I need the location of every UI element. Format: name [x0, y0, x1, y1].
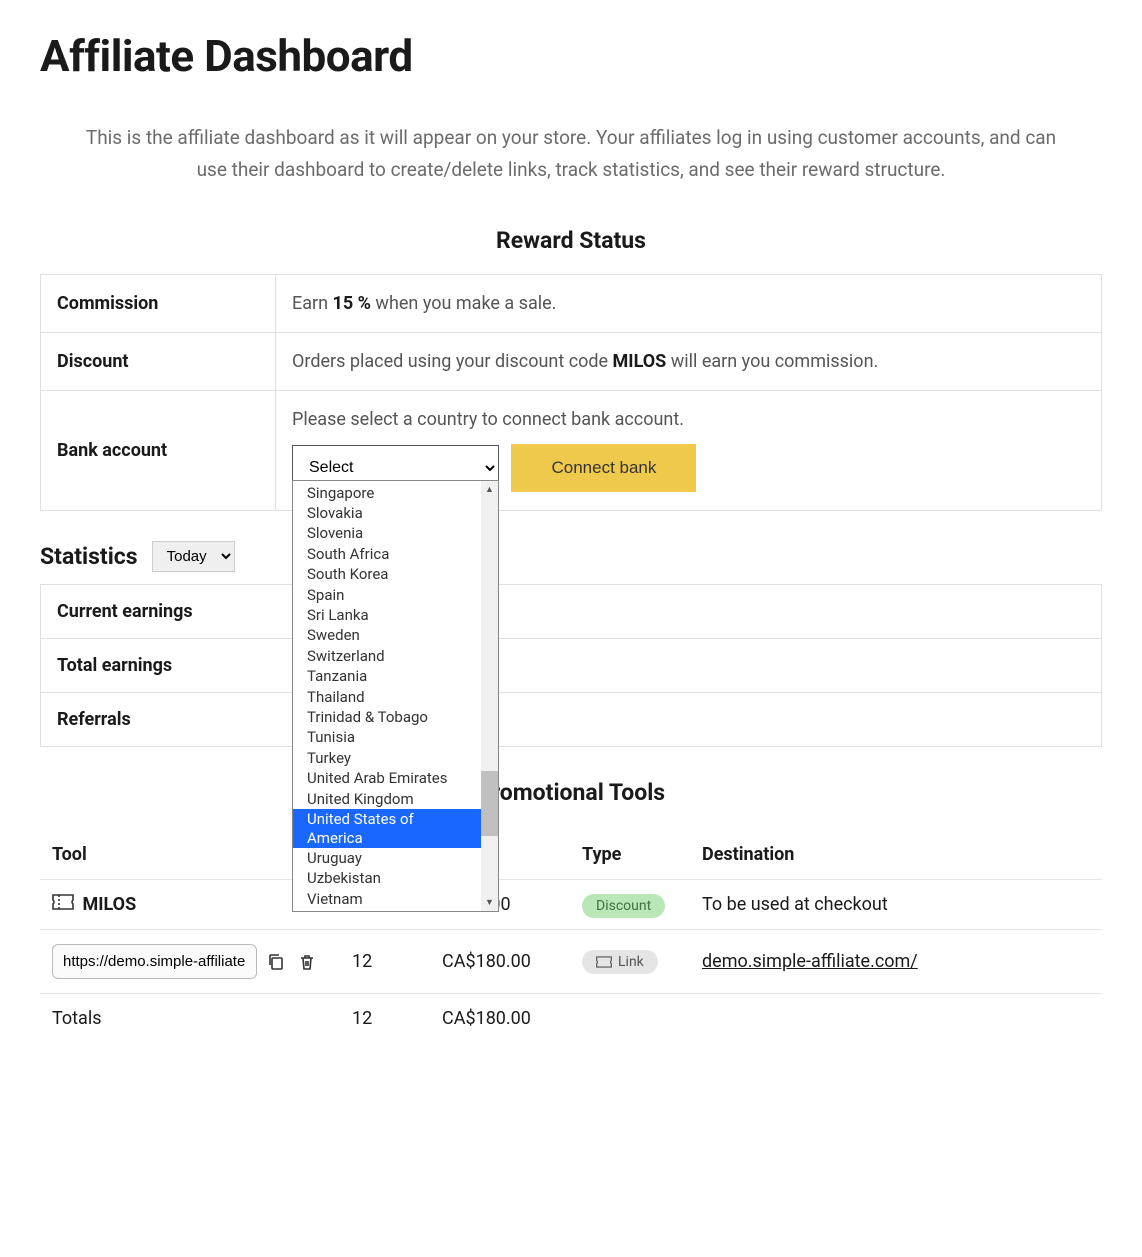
bank-prompt: Please select a country to connect bank … [292, 409, 1085, 430]
country-option[interactable]: Sweden [293, 625, 481, 645]
bank-label: Bank account [41, 390, 276, 510]
scroll-up-icon[interactable]: ▲ [481, 481, 498, 498]
ticket-small-icon [596, 956, 612, 968]
trash-icon[interactable] [296, 951, 318, 973]
country-option[interactable]: Vietnam [293, 889, 481, 909]
promo-row-link: 12 CA$180.00 Link demo.simple-affiliate.… [40, 930, 1102, 994]
copy-icon[interactable] [265, 951, 287, 973]
country-option[interactable]: Slovenia [293, 523, 481, 543]
stats-period-select[interactable]: Today [152, 541, 235, 572]
country-option[interactable]: Turkey [293, 748, 481, 768]
country-option[interactable]: South Korea [293, 564, 481, 584]
country-option[interactable]: Thailand [293, 687, 481, 707]
col-destination: Destination [690, 830, 1102, 880]
ticket-icon [52, 894, 74, 915]
country-option[interactable]: United States of America [293, 809, 481, 848]
discount-text: Orders placed using your discount code M… [276, 332, 1102, 390]
country-option[interactable]: Trinidad & Tobago [293, 707, 481, 727]
discount-row: Discount Orders placed using your discou… [41, 332, 1102, 390]
row0-dest: To be used at checkout [690, 879, 1102, 930]
promo-totals-row: Totals 12 CA$180.00 [40, 994, 1102, 1044]
promo-tools-heading: Promotional Tools [40, 779, 1102, 806]
country-option[interactable]: Slovakia [293, 503, 481, 523]
row1-uses: 12 [340, 930, 430, 994]
country-option[interactable]: Tunisia [293, 727, 481, 747]
discount-code: MILOS [82, 894, 136, 915]
country-option[interactable]: Spain [293, 585, 481, 605]
country-option[interactable]: Uzbekistan [293, 868, 481, 888]
country-option[interactable]: United Arab Emirates [293, 768, 481, 788]
country-option[interactable]: United Kingdom [293, 789, 481, 809]
reward-status-heading: Reward Status [40, 227, 1102, 254]
intro-text: This is the affiliate dashboard as it wi… [40, 122, 1102, 187]
scroll-thumb[interactable] [481, 771, 498, 836]
country-option[interactable]: Uruguay [293, 848, 481, 868]
country-option[interactable]: Tanzania [293, 666, 481, 686]
country-option[interactable]: Singapore [293, 483, 481, 503]
bank-row: Bank account Please select a country to … [41, 390, 1102, 510]
link-badge: Link [582, 950, 658, 974]
commission-text: Earn 15 % when you make a sale. [276, 274, 1102, 332]
country-dropdown-list[interactable]: SingaporeSlovakiaSloveniaSouth AfricaSou… [292, 480, 499, 913]
discount-label: Discount [41, 332, 276, 390]
connect-bank-button[interactable]: Connect bank [511, 444, 696, 492]
affiliate-url-input[interactable] [52, 944, 257, 979]
commission-row: Commission Earn 15 % when you make a sal… [41, 274, 1102, 332]
bank-cell: Please select a country to connect bank … [276, 390, 1102, 510]
reward-status-table: Commission Earn 15 % when you make a sal… [40, 274, 1102, 511]
totals-uses: 12 [340, 994, 430, 1044]
commission-label: Commission [41, 274, 276, 332]
country-option[interactable]: Switzerland [293, 646, 481, 666]
totals-label: Totals [40, 994, 340, 1044]
totals-sales: CA$180.00 [430, 994, 570, 1044]
stat-current-earnings: Current earnings [41, 584, 1102, 638]
stat-referrals: Referrals [41, 692, 1102, 746]
stat-total-earnings: Total earnings [41, 638, 1102, 692]
promo-row-discount: MILOS CA$0.00 Discount To be used at che… [40, 879, 1102, 930]
col-type: Type [570, 830, 690, 880]
statistics-table: Current earnings Total earnings Referral… [40, 584, 1102, 747]
statistics-heading: Statistics [40, 543, 138, 570]
country-option[interactable]: Sri Lanka [293, 605, 481, 625]
promo-tools-table: Tool Uses Sales Type Destination MILOS C… [40, 830, 1102, 1044]
dropdown-scrollbar[interactable]: ▲ ▼ [481, 481, 498, 912]
scroll-down-icon[interactable]: ▼ [481, 894, 498, 911]
country-option[interactable]: South Africa [293, 544, 481, 564]
page-title: Affiliate Dashboard [40, 30, 1102, 82]
discount-badge: Discount [582, 894, 665, 918]
destination-link[interactable]: demo.simple-affiliate.com/ [702, 951, 918, 972]
row1-sales: CA$180.00 [430, 930, 570, 994]
